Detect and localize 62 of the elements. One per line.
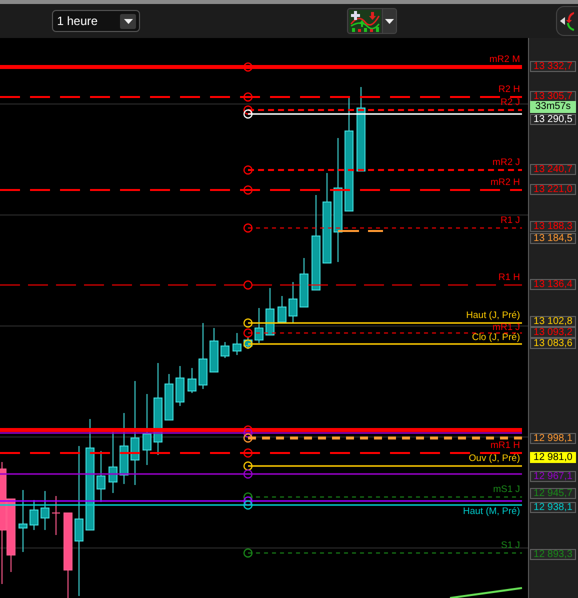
price-tag: 13 188,3 xyxy=(530,221,576,232)
caret-icon xyxy=(124,18,132,24)
candle xyxy=(40,490,50,530)
candle xyxy=(164,374,174,420)
price-tag: 13 305,7 xyxy=(530,91,576,102)
candle xyxy=(254,308,264,344)
price-tag: 13 240,7 xyxy=(530,164,576,175)
panel-toggle-button[interactable] xyxy=(556,6,578,36)
candle xyxy=(198,322,208,390)
candle xyxy=(300,258,308,308)
level-label: mR2 J xyxy=(492,158,520,168)
candle xyxy=(188,368,196,394)
level-label: mR1 H xyxy=(490,441,520,451)
price-tag: 12 967,1 xyxy=(530,471,576,482)
candle xyxy=(210,328,218,372)
level-label: R2 H xyxy=(498,85,520,95)
level-label: mS1 J xyxy=(493,485,520,495)
candle xyxy=(52,496,60,536)
candle xyxy=(244,336,252,350)
level-label: S1 J xyxy=(500,541,520,551)
price-tag: 13 102,8 xyxy=(530,316,576,327)
price-tag: 13 184,5 xyxy=(530,233,576,244)
indicator-button[interactable] xyxy=(347,8,383,34)
price-tag: 13 221,0 xyxy=(530,184,576,195)
candle xyxy=(278,296,286,322)
countdown-tag: 33m57s xyxy=(530,101,576,113)
price-tag: 12 893,3 xyxy=(530,549,576,560)
level-label: mR1 J xyxy=(492,323,520,333)
candle xyxy=(266,288,274,336)
timeframe-dropdown[interactable]: 1 heure xyxy=(52,10,140,32)
level-label: Ouv (J, Pré) xyxy=(468,454,520,464)
price-tag: 12 981,0 xyxy=(530,452,576,463)
caret-icon xyxy=(385,18,394,24)
level-label: mR2 H xyxy=(490,178,520,188)
indicator-chart-icon xyxy=(349,10,381,32)
level-label: R1 H xyxy=(498,273,520,283)
dropdown-caret-button[interactable] xyxy=(383,8,397,34)
level-label: Clo (J, Pré) xyxy=(472,333,520,343)
candle xyxy=(18,490,28,552)
level-label: Haut (J, Pré) xyxy=(466,311,520,321)
price-tag: 12 998,1 xyxy=(530,433,576,444)
price-tag: 12 938,1 xyxy=(530,502,576,513)
candle xyxy=(108,432,118,494)
level-label: R2 J xyxy=(500,98,520,108)
candle xyxy=(220,342,230,358)
candle xyxy=(142,394,152,466)
candle xyxy=(30,500,38,530)
level-label: Haut (M, Pré) xyxy=(462,507,520,517)
candle xyxy=(176,366,184,406)
level-label: R1 J xyxy=(500,216,520,226)
arrows-icon xyxy=(560,11,576,31)
price-tag: 13 136,4 xyxy=(530,279,576,290)
candle xyxy=(96,450,106,502)
candle xyxy=(232,332,242,356)
candle xyxy=(288,282,298,324)
price-tag: 13 093,2 xyxy=(530,327,576,338)
price-tag: 12 945,7 xyxy=(530,488,576,499)
candle xyxy=(120,412,128,484)
price-tag: 13 083,6 xyxy=(530,338,576,349)
price-tag: 13 332,7 xyxy=(530,61,576,72)
price-tag: 13 290,5 xyxy=(530,114,576,125)
level-label: mR2 M xyxy=(489,55,520,65)
